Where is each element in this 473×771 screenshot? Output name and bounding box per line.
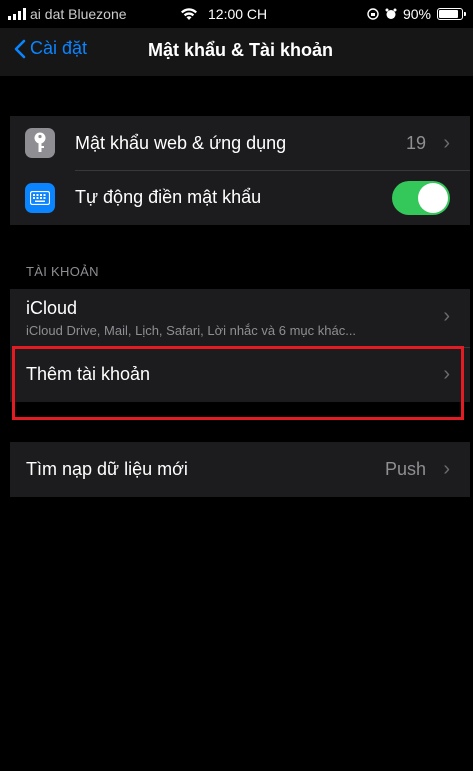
fetch-data-row[interactable]: Tìm nạp dữ liệu mới Push › [10, 442, 470, 497]
status-center: 12:00 CH [180, 6, 267, 22]
alarm-icon [385, 8, 397, 19]
key-icon [25, 128, 55, 158]
keyboard-icon [25, 182, 55, 213]
web-passwords-row[interactable]: Mật khẩu web & ứng dụng 19 › [10, 116, 470, 170]
highlight-box [12, 346, 464, 420]
chevron-right-icon: › [443, 131, 450, 154]
accounts-section-header: TÀI KHOẢN [26, 264, 99, 279]
chevron-right-icon: › [443, 305, 450, 327]
page-title: Mật khẩu & Tài khoản [147, 40, 334, 60]
autofill-row: Tự động điền mật khẩu [10, 170, 470, 225]
battery-icon [437, 8, 466, 20]
autofill-toggle[interactable] [392, 180, 450, 215]
password-count: 19 [405, 132, 426, 153]
passwords-group: Mật khẩu web & ứng dụng 19 › Tự động điề… [10, 116, 470, 225]
fetch-data-label: Tìm nạp dữ liệu mới [26, 459, 188, 479]
icloud-subtitle: iCloud Drive, Mail, Lịch, Safari, Lời nh… [26, 323, 357, 338]
status-bar: ai dat Bluezone 12:00 CH 90% [0, 0, 473, 28]
web-passwords-label: Mật khẩu web & ứng dụng [75, 132, 287, 153]
wifi-icon [181, 8, 197, 20]
status-time: 12:00 CH [208, 6, 268, 22]
status-right: 90% [367, 6, 466, 22]
chevron-right-icon: › [443, 458, 450, 480]
rotation-lock-icon [367, 8, 379, 20]
status-left: ai dat Bluezone [8, 6, 127, 22]
carrier-name: ai dat Bluezone [30, 6, 127, 22]
navigation-bar: Cài đặt Mật khẩu & Tài khoản [0, 28, 473, 76]
signal-icon [8, 8, 26, 20]
fetch-data-value: Push [384, 459, 426, 479]
icloud-label: iCloud [26, 298, 78, 318]
battery-percent: 90% [402, 6, 431, 22]
icloud-row[interactable]: iCloud iCloud Drive, Mail, Lịch, Safari,… [10, 289, 470, 347]
autofill-label: Tự động điền mật khẩu [75, 187, 262, 207]
fetch-group: Tìm nạp dữ liệu mới Push › [10, 442, 470, 497]
toggle-knob [418, 182, 448, 213]
